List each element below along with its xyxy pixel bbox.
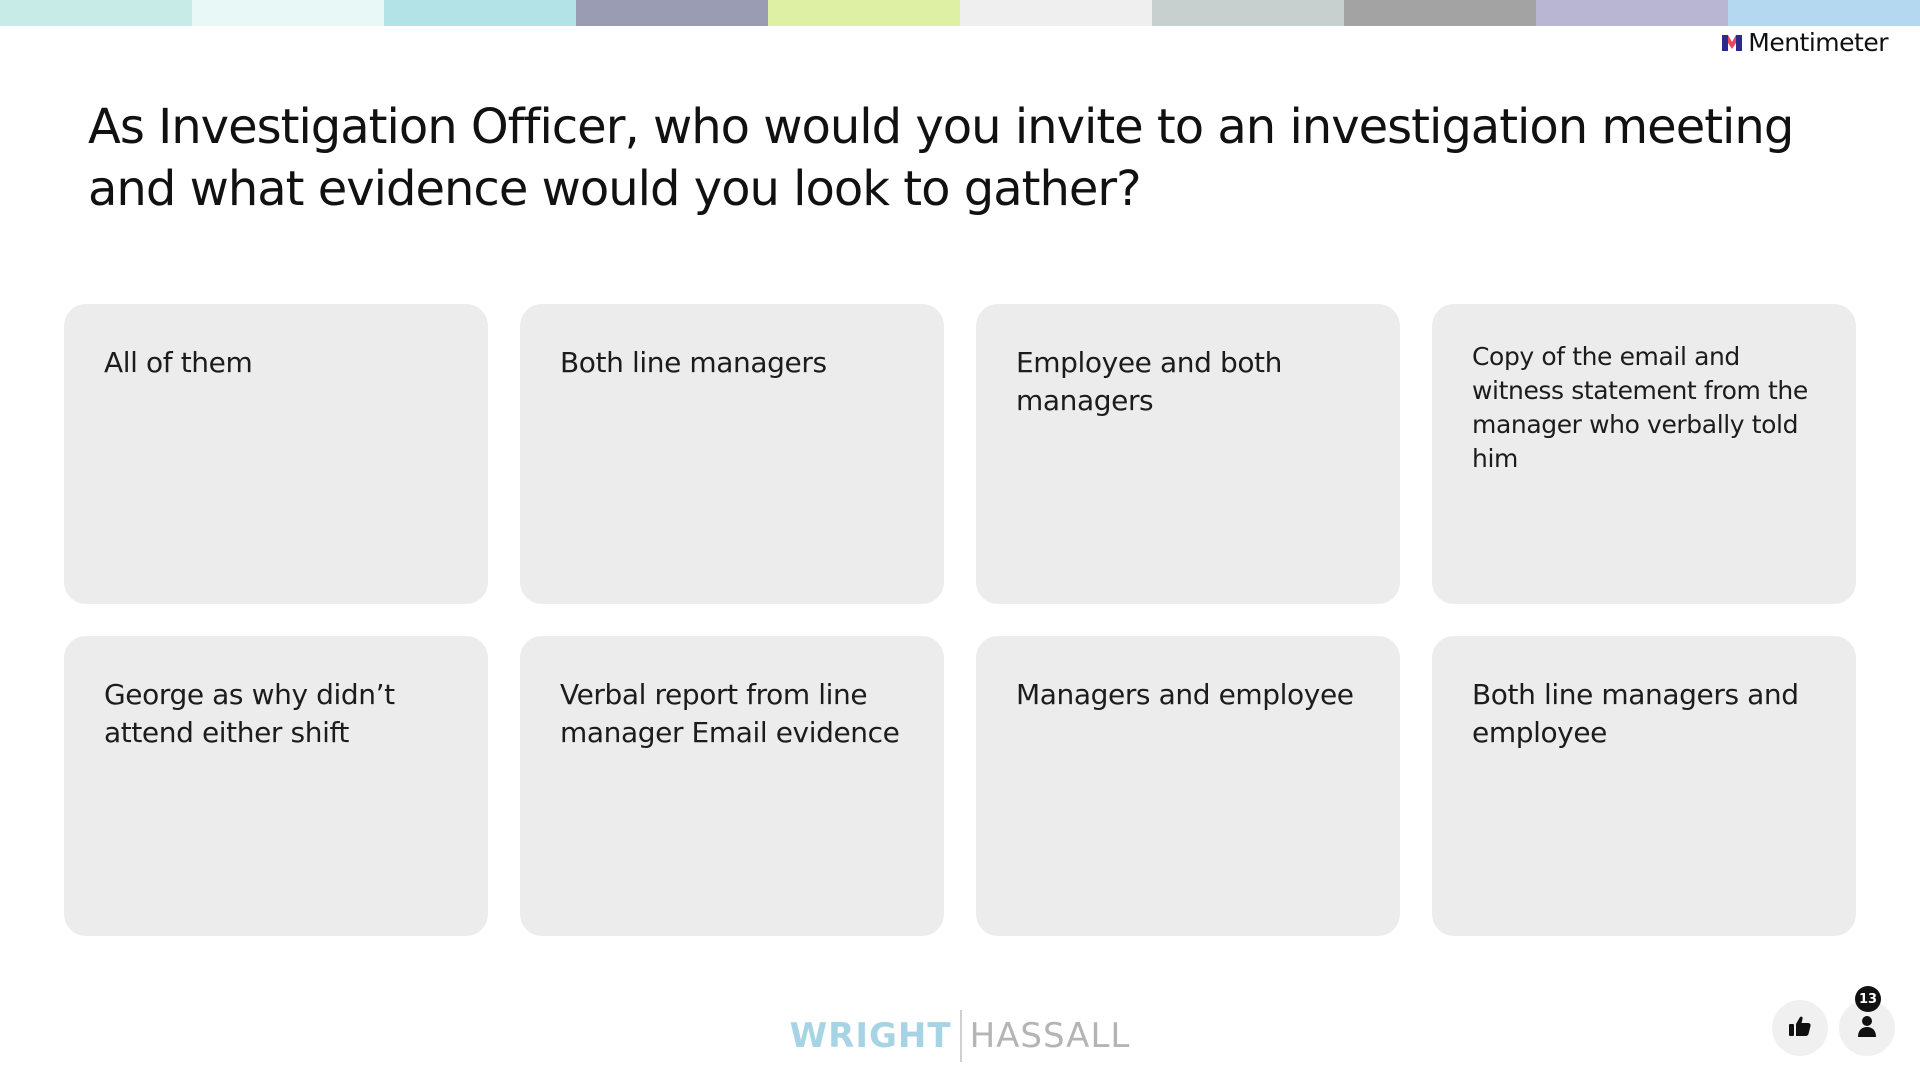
response-card: George as why didn’t attend either shift bbox=[64, 636, 488, 936]
response-text: Verbal report from line manager Email ev… bbox=[560, 678, 900, 749]
logo-divider bbox=[959, 1010, 962, 1062]
response-card: Copy of the email and witness statement … bbox=[1432, 304, 1856, 604]
stripe-segment bbox=[768, 0, 960, 26]
response-card: Employee and both managers bbox=[976, 304, 1400, 604]
response-text: Copy of the email and witness statement … bbox=[1472, 342, 1808, 473]
logo-wordmark-right: HASSALL bbox=[969, 1016, 1131, 1056]
response-text: All of them bbox=[104, 346, 253, 379]
response-card: All of them bbox=[64, 304, 488, 604]
response-text: Employee and both managers bbox=[1016, 346, 1282, 417]
response-card: Both line managers and employee bbox=[1432, 636, 1856, 936]
response-text: Both line managers and employee bbox=[1472, 678, 1799, 749]
mentimeter-logo-icon bbox=[1722, 33, 1743, 53]
person-icon bbox=[1858, 1015, 1876, 1041]
stripe-segment bbox=[384, 0, 576, 26]
stripe-segment bbox=[1728, 0, 1920, 26]
response-card: Both line managers bbox=[520, 304, 944, 604]
logo-wordmark-left: WRIGHT bbox=[789, 1016, 952, 1056]
stripe-segment bbox=[960, 0, 1152, 26]
response-text: George as why didn’t attend either shift bbox=[104, 678, 395, 749]
mentimeter-brand: Mentimeter bbox=[1722, 28, 1888, 57]
question-title: As Investigation Officer, who would you … bbox=[88, 99, 1794, 217]
participant-count-badge: 13 bbox=[1855, 986, 1881, 1012]
response-card: Managers and employee bbox=[976, 636, 1400, 936]
top-color-stripe bbox=[0, 0, 1920, 26]
stripe-segment bbox=[576, 0, 768, 26]
thumbs-up-icon bbox=[1789, 1016, 1811, 1040]
response-text: Managers and employee bbox=[1016, 678, 1354, 711]
stripe-segment bbox=[1536, 0, 1728, 26]
stripe-segment bbox=[1344, 0, 1536, 26]
brand-name: Mentimeter bbox=[1748, 28, 1888, 57]
wright-hassall-logo: WRIGHT HASSALL bbox=[0, 1010, 1920, 1062]
response-text: Both line managers bbox=[560, 346, 827, 379]
stripe-segment bbox=[0, 0, 192, 26]
stripe-segment bbox=[192, 0, 384, 26]
stripe-segment bbox=[1152, 0, 1344, 26]
response-grid: All of them Both line managers Employee … bbox=[64, 304, 1856, 936]
like-button[interactable] bbox=[1772, 1000, 1828, 1056]
response-card: Verbal report from line manager Email ev… bbox=[520, 636, 944, 936]
